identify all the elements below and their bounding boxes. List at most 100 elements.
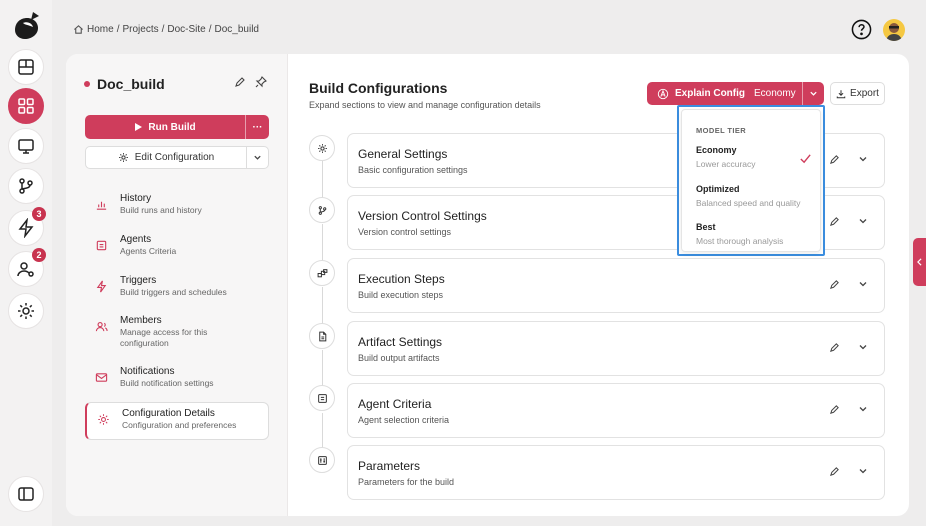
chevron-down-icon[interactable] (858, 466, 868, 476)
breadcrumb-doc-site[interactable]: Doc-Site (167, 24, 205, 35)
play-icon (135, 123, 143, 131)
dropdown-header: MODEL TIER (696, 126, 747, 135)
section-agent-criteria[interactable]: Agent Criteria Agent selection criteria (347, 383, 885, 438)
chevron-down-icon[interactable] (858, 216, 868, 226)
download-icon (836, 89, 846, 98)
layout-icon (18, 59, 34, 75)
grid-icon (18, 98, 34, 114)
edit-icon[interactable] (829, 154, 840, 165)
pencil-icon[interactable] (234, 76, 246, 88)
rail-settings-button[interactable] (8, 293, 44, 329)
sidebar-toggle-icon (18, 487, 34, 501)
step-artifacts (309, 323, 335, 349)
rail-members-button[interactable]: 2 (8, 248, 46, 287)
tier-option-best[interactable]: Best Most thorough analysis (696, 222, 783, 246)
config-sidebar: Doc_build Run Build ··· Edit Configurati… (66, 54, 288, 516)
agent-icon (96, 240, 106, 250)
nav-members[interactable]: Members Manage access for this configurat… (85, 315, 269, 349)
gear-icon (317, 143, 327, 153)
explain-config-button[interactable]: Explain Config Economy (647, 82, 824, 105)
model-tier-dropdown: MODEL TIER Economy Lower accuracy Optimi… (677, 105, 825, 256)
users-icon (95, 321, 108, 331)
nav-history[interactable]: History Build runs and history (85, 193, 269, 216)
timeline-connector (322, 350, 323, 390)
breadcrumb-current: Doc_build (214, 24, 259, 35)
home-icon[interactable] (73, 24, 84, 35)
rail-dashboard-button[interactable] (8, 49, 44, 85)
nav-triggers[interactable]: Triggers Build triggers and schedules (85, 275, 269, 298)
file-icon (318, 331, 326, 341)
explain-tier-label: Economy (754, 88, 796, 99)
monitor-icon (18, 139, 34, 154)
agent-icon (317, 393, 327, 403)
lightning-icon (96, 280, 106, 292)
edit-icon[interactable] (829, 404, 840, 415)
step-version-control (309, 197, 335, 223)
run-build-button[interactable]: Run Build ··· (85, 115, 269, 139)
step-parameters (309, 447, 335, 473)
chevron-down-icon (810, 91, 817, 96)
chevron-down-icon[interactable] (858, 154, 868, 164)
nav-agents[interactable]: Agents Agents Criteria (85, 234, 269, 257)
members-badge: 2 (32, 248, 46, 262)
user-gear-icon (17, 262, 34, 277)
mail-icon (95, 372, 107, 382)
tier-option-optimized[interactable]: Optimized Balanced speed and quality (696, 184, 800, 208)
page-title: Build Configurations (309, 80, 448, 96)
breadcrumb: Home / Projects / Doc-Site / Doc_build (73, 24, 259, 35)
edit-dropdown-toggle[interactable] (246, 147, 268, 168)
chevron-down-icon[interactable] (858, 342, 868, 352)
gear-icon (118, 153, 128, 162)
check-icon (800, 154, 811, 164)
branch-icon (19, 178, 33, 194)
section-artifact-settings[interactable]: Artifact Settings Build output artifacts (347, 321, 885, 376)
timeline-connector (322, 224, 323, 264)
doc-title: Doc_build (84, 76, 165, 92)
sliders-icon (317, 455, 327, 465)
gear-icon (18, 303, 34, 319)
chevron-down-icon[interactable] (858, 279, 868, 289)
tier-dropdown-toggle[interactable] (802, 82, 824, 105)
rail-collapse-button[interactable] (8, 476, 44, 512)
breadcrumb-projects[interactable]: Projects (122, 24, 158, 35)
chevron-left-icon (917, 258, 922, 266)
triggers-badge: 3 (32, 207, 46, 221)
app-logo[interactable] (11, 8, 41, 42)
run-more-button[interactable]: ··· (245, 115, 269, 139)
page-subtitle: Expand sections to view and manage confi… (309, 100, 541, 110)
edit-icon[interactable] (829, 466, 840, 477)
edit-configuration-button[interactable]: Edit Configuration (85, 146, 269, 169)
export-button[interactable]: Export (830, 82, 885, 105)
status-dot (84, 81, 90, 87)
rail-vcs-button[interactable] (8, 168, 44, 204)
breadcrumb-home[interactable]: Home (87, 24, 114, 35)
step-general (309, 135, 335, 161)
icon-rail: 3 2 (0, 0, 52, 526)
step-agent-criteria (309, 385, 335, 411)
section-parameters[interactable]: Parameters Parameters for the build (347, 445, 885, 500)
help-icon[interactable] (851, 19, 872, 40)
timeline-connector (322, 161, 323, 201)
rail-triggers-button[interactable]: 3 (8, 207, 46, 246)
steps-icon (317, 268, 327, 277)
tier-option-economy[interactable]: Economy Lower accuracy (696, 145, 756, 169)
step-execution (309, 260, 335, 286)
lightning-icon (18, 218, 34, 238)
edit-icon[interactable] (829, 216, 840, 227)
rail-agents-button[interactable] (8, 128, 44, 164)
chart-icon (96, 201, 106, 210)
timeline-connector (322, 287, 323, 327)
section-execution-steps[interactable]: Execution Steps Build execution steps (347, 258, 885, 313)
avatar[interactable] (883, 19, 905, 41)
branch-icon (318, 205, 326, 215)
edit-icon[interactable] (829, 279, 840, 290)
ai-icon (657, 88, 669, 99)
rail-projects-button[interactable] (8, 88, 44, 124)
nav-configuration-details[interactable]: Configuration Details Configuration and p… (85, 402, 269, 440)
pin-icon[interactable] (255, 76, 267, 88)
side-panel-toggle[interactable] (913, 238, 926, 286)
chevron-down-icon (254, 155, 261, 160)
chevron-down-icon[interactable] (858, 404, 868, 414)
nav-notifications[interactable]: Notifications Build notification settings (85, 366, 269, 389)
edit-icon[interactable] (829, 342, 840, 353)
